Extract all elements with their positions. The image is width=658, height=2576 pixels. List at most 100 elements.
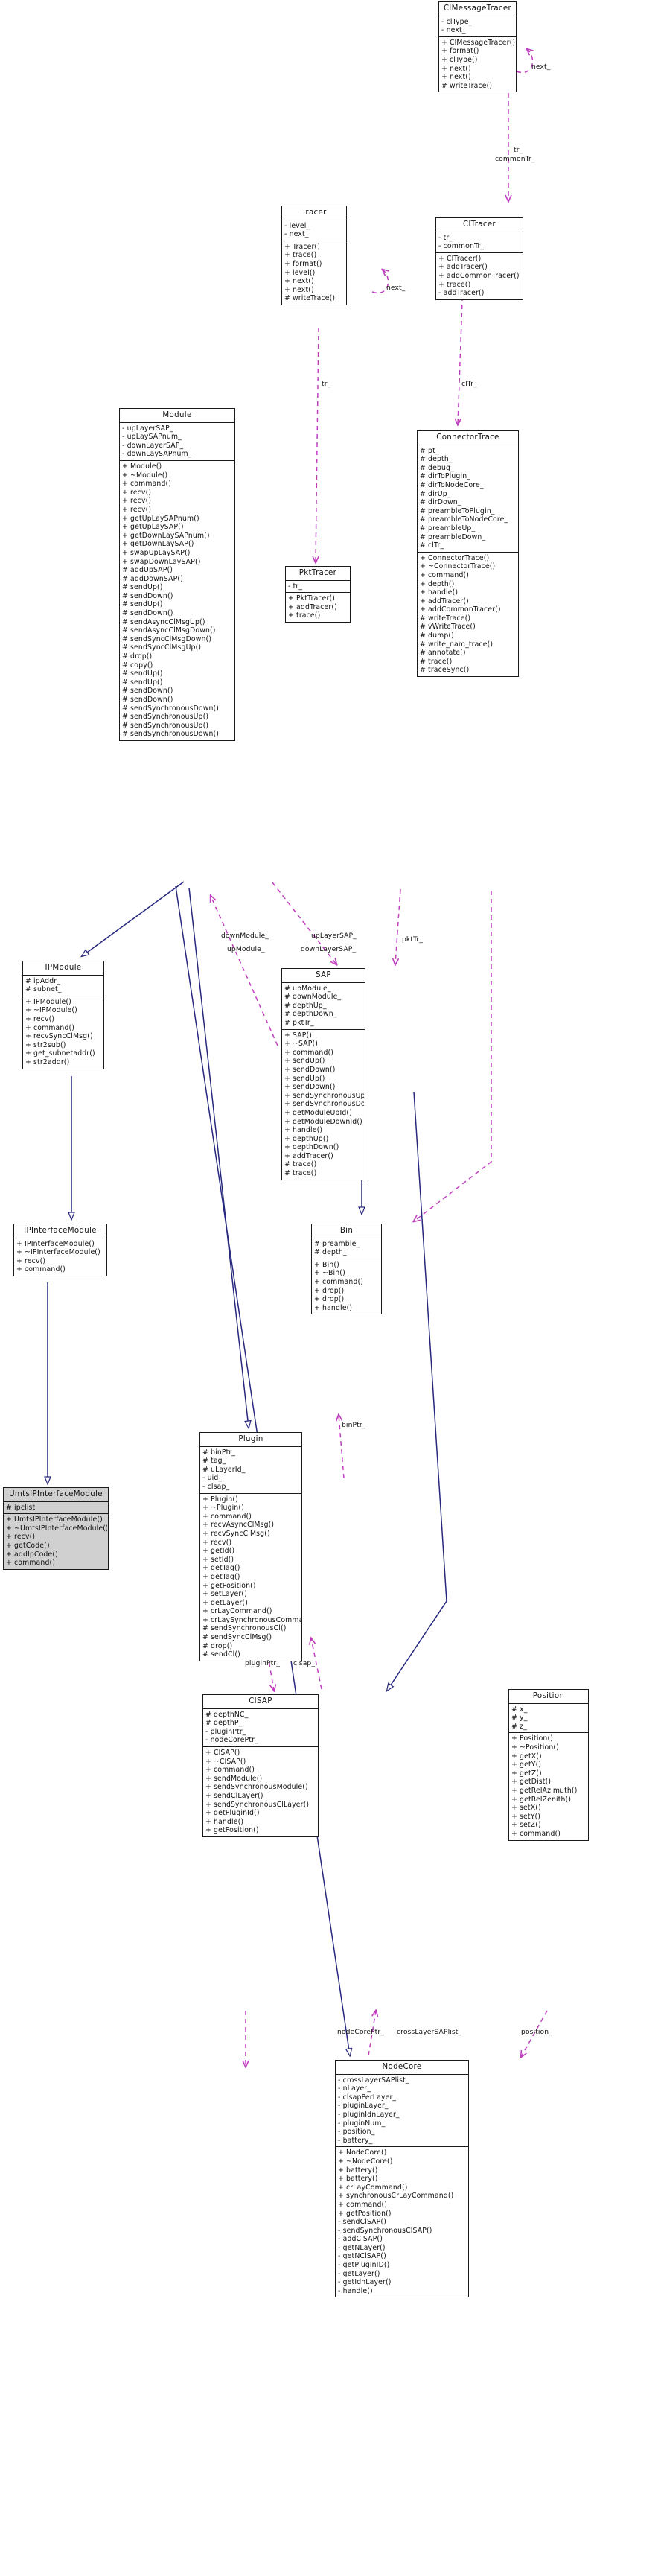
class-box-module[interactable]: Module - upLayerSAP_ - upLaySAPnum_ - down… — [119, 408, 235, 741]
class-member-row: # drop() — [122, 652, 153, 661]
class-member-row: + next() — [284, 285, 314, 294]
class-member-row: # sendSynchronousDown() — [122, 704, 220, 713]
class-attributes: # ipAddr_ # subnet_ — [23, 976, 103, 996]
class-member-row: + UmtsIPInterfaceModule() — [6, 1516, 103, 1524]
class-box-cltracer[interactable]: ClTracer - tr_ - commonTr_ + ClTracer() + … — [435, 217, 523, 300]
class-member-row: + swapDownLaySAP() — [122, 557, 201, 566]
class-member-row: # preambleDown_ — [420, 532, 486, 541]
class-member-row: + sendSynchronousClLayer() — [205, 1800, 310, 1809]
class-box-connectortrace[interactable]: ConnectorTrace # pt_ # depth_ # debug_ # di… — [417, 430, 519, 678]
class-member-row: + recv() — [202, 1538, 232, 1547]
class-member-row: # sendSyncClMsg() — [202, 1633, 272, 1642]
class-member-row: # vWriteTrace() — [420, 623, 476, 632]
class-member-row: + sendSynchronousModule() — [205, 1783, 308, 1792]
class-member-row: # uLayerId_ — [202, 1465, 246, 1474]
class-member-row: + sendDown() — [284, 1065, 336, 1074]
class-box-ipmodule[interactable]: IPModule # ipAddr_ # subnet_ + IPModule()… — [22, 961, 104, 1069]
class-title: ConnectorTrace — [418, 431, 518, 445]
class-member-row: + addTracer() — [438, 263, 488, 272]
class-member-row: + ~ClSAP() — [205, 1757, 246, 1766]
class-member-row: + recv() — [122, 497, 152, 506]
class-operations: + ClSAP() + ~ClSAP() + command() + sendModu… — [203, 1747, 318, 1836]
class-member-row: + getRelAzimuth() — [511, 1786, 578, 1795]
class-member-row: # pktTr_ — [284, 1018, 314, 1027]
class-member-row: # sendDown() — [122, 591, 173, 600]
class-attributes: # binPtr_ # tag_ # uLayerId_ - uid_ - clsap_ — [200, 1447, 301, 1494]
class-member-row: + command() — [6, 1559, 56, 1568]
class-title: ClSAP — [203, 1695, 318, 1709]
class-box-plugin[interactable]: Plugin # binPtr_ # tag_ # uLayerId_ - uid_ -… — [199, 1432, 302, 1661]
class-member-row: # debug_ — [420, 463, 454, 472]
class-member-row: + command() — [284, 1048, 334, 1057]
class-member-row: + command() — [25, 1023, 75, 1032]
class-member-row: + str2sub() — [25, 1040, 66, 1049]
class-box-tracer[interactable]: Tracer - level_ - next_ + Tracer() + trace… — [281, 206, 347, 305]
class-member-row: + sendDown() — [284, 1083, 336, 1092]
class-box-bin[interactable]: Bin # preamble_ # depth_ + Bin() + ~Bin() +… — [311, 1224, 382, 1315]
class-box-ipinterfacemodule[interactable]: IPInterfaceModule + IPInterfaceModule() +… — [13, 1224, 107, 1276]
edge-label-clsap-plugin: clsap_ — [293, 1659, 316, 1667]
class-box-sap[interactable]: SAP # upModule_ # downModule_ # depthUp_ # … — [281, 968, 365, 1180]
class-member-row: # depthP_ — [205, 1719, 243, 1728]
class-member-row: # sendDown() — [122, 687, 173, 696]
class-member-row: + sendSynchronousDown() — [284, 1100, 364, 1109]
class-member-row: - upLayerSAP_ — [122, 424, 173, 433]
class-member-row: # addDownSAP() — [122, 574, 183, 583]
class-member-row: # preambleToNodeCore_ — [420, 515, 508, 524]
class-member-row: + command() — [420, 570, 470, 579]
class-operations: + PktTracer() + addTracer() + trace() — [286, 593, 350, 622]
class-attributes: # preamble_ # depth_ — [312, 1238, 381, 1259]
class-member-row: + getPosition() — [202, 1581, 256, 1590]
class-member-row: + synchronousCrLayCommand() — [338, 2192, 454, 2201]
class-member-row: + Module() — [122, 462, 162, 471]
class-box-pkttracer[interactable]: PktTracer - tr_ + PktTracer() + addTracer… — [285, 566, 351, 623]
class-operations: + IPInterfaceModule() + ~IPInterfaceModul… — [14, 1238, 106, 1276]
class-member-row: + handle() — [284, 1126, 323, 1135]
class-member-row: + recv() — [25, 1014, 55, 1023]
class-box-umtsipinterfacemodule[interactable]: UmtsIPInterfaceModule # ipclist + UmtsIP… — [3, 1487, 109, 1570]
class-member-row: # x_ — [511, 1705, 528, 1714]
class-title: PktTracer — [286, 567, 350, 581]
class-operations: + UmtsIPInterfaceModule() + ~UmtsIPInterf… — [4, 1514, 108, 1569]
class-member-row: # ipclist — [6, 1503, 36, 1512]
uml-diagram-canvas: next_ next_ tr_ commonTr_ tr_ clTr_ down… — [0, 0, 658, 2576]
class-member-row: # sendAsyncClMsgUp() — [122, 617, 205, 626]
class-member-row: # writeTrace() — [420, 614, 471, 623]
class-member-row: - pluginPtr_ — [205, 1727, 246, 1736]
edge-label-tr-tracer-pkttracer: tr_ — [322, 380, 331, 388]
class-member-row: + command() — [314, 1277, 364, 1286]
edge-label-binptr-plugin: binPtr_ — [342, 1421, 366, 1429]
class-box-clmessagetracer[interactable]: ClMessageTracer - clType_ - next_ + ClMes… — [438, 1, 517, 93]
edge-label-pluginptr-clsap: pluginPtr_ — [245, 1659, 280, 1667]
class-member-row: # depth_ — [420, 455, 453, 464]
class-member-row: - pluginNum_ — [338, 2119, 386, 2128]
class-operations: + ClMessageTracer() + format() + clType() +… — [439, 37, 516, 92]
class-member-row: + command() — [122, 480, 172, 489]
class-operations: + ClTracer() + addTracer() + addCommonTrac… — [436, 253, 523, 299]
class-member-row: - commonTr_ — [438, 242, 485, 251]
class-member-row: + getPosition() — [338, 2209, 392, 2218]
class-title: IPInterfaceModule — [14, 1224, 106, 1238]
class-member-row: # writeTrace() — [284, 294, 336, 303]
class-member-row: # sendDown() — [122, 696, 173, 704]
class-box-nodecore[interactable]: NodeCore - crossLayerSAPlist_ - nLayer_ - … — [335, 2060, 469, 2298]
class-member-row: + ~Plugin() — [202, 1504, 244, 1513]
class-member-row: + depthUp() — [284, 1134, 329, 1143]
class-member-row: + getModuleUpId() — [284, 1108, 352, 1117]
class-member-row: + sendUp() — [284, 1074, 325, 1083]
class-title: ClTracer — [436, 218, 523, 232]
class-operations: + Module() + ~Module() + command() + recv()… — [120, 461, 234, 740]
class-operations: + NodeCore() + ~NodeCore() + battery() + ba… — [336, 2147, 468, 2297]
class-member-row: # dirDown_ — [420, 498, 461, 507]
class-member-row: + Plugin() — [202, 1495, 238, 1504]
class-title: Bin — [312, 1224, 381, 1238]
class-title: Plugin — [200, 1433, 301, 1447]
class-box-position[interactable]: Position # x_ # y_ # z_ + Position() + ~Pos… — [508, 1689, 589, 1841]
edge-label-crosslayersaplist-nodecore: crossLayerSAPlist_ — [397, 2028, 462, 2036]
class-member-row: + sendSynchronousUp() — [284, 1091, 364, 1100]
class-member-row: # write_nam_trace() — [420, 640, 494, 649]
class-member-row: + getZ() — [511, 1769, 542, 1778]
class-member-row: - next_ — [284, 230, 309, 239]
class-box-clsap[interactable]: ClSAP # depthNC_ # depthP_ - pluginPtr_ - n… — [202, 1694, 319, 1837]
class-member-row: + addCommonTracer() — [438, 271, 520, 280]
